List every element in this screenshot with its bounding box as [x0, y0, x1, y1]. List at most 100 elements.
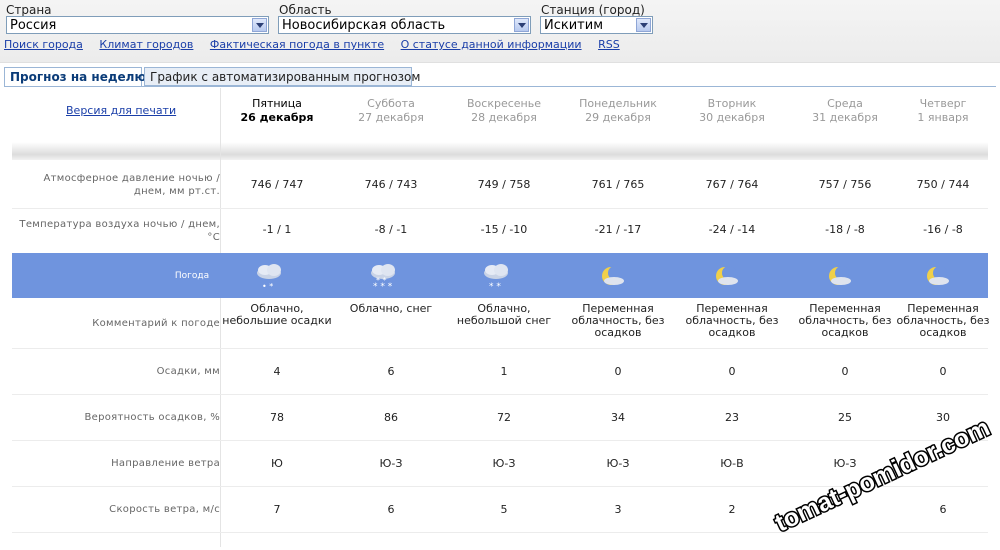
row-comment: Комментарий к погоде Облачно, небольшие …: [12, 298, 990, 349]
cloud-light-snow-icon: * *: [484, 264, 508, 292]
table-cell: Облачно, небольшой снег: [456, 302, 552, 327]
table-cell: -8 / -1: [374, 223, 408, 236]
day-date: 30 декабря: [699, 111, 765, 124]
row-pressure: Атмосферное давление ночью / днем, мм рт…: [12, 162, 988, 209]
table-cell: 0: [728, 365, 736, 378]
table-cell: Переменная облачность, без осадков: [571, 302, 665, 339]
table-cell: 30: [936, 411, 950, 424]
row-label: Направление ветра: [111, 458, 220, 469]
row-probability: Вероятность осадков, % 78 86 72 34 23 25 30: [12, 394, 988, 441]
table-cell: 72: [497, 411, 511, 424]
link-climate[interactable]: Климат городов: [99, 38, 193, 51]
table-cell: Переменная облачность, без осадков: [798, 302, 892, 339]
table-cell: 5: [500, 503, 508, 516]
country-select[interactable]: Россия: [6, 16, 269, 34]
day-date: 28 декабря: [471, 111, 537, 124]
table-cell: -1 / 1: [262, 223, 292, 236]
day-name: Вторник: [707, 97, 757, 110]
table-cell: 749 / 758: [477, 178, 531, 191]
svg-text:* *: * *: [489, 282, 501, 292]
row-precip: Осадки, мм 4 6 1 0 0 0 0: [12, 348, 988, 395]
table-cell: 6: [939, 503, 947, 516]
day-name: Четверг: [919, 97, 967, 110]
table-cell: Переменная облачность, без осадков: [685, 302, 779, 339]
table-cell: -18 / -8: [825, 223, 865, 236]
table-cell: 750 / 744: [916, 178, 970, 191]
table-cell: 3: [614, 503, 622, 516]
moon-cloud-icon: [927, 266, 949, 285]
day-name: Пятница: [252, 97, 302, 110]
table-cell: 7: [273, 503, 281, 516]
day-name: Воскресенье: [467, 97, 541, 110]
table-cell: 2: [728, 503, 736, 516]
chevron-down-icon[interactable]: [636, 18, 651, 32]
table-cell: 86: [384, 411, 398, 424]
table-cell: Облачно, снег: [349, 302, 433, 315]
day-name: Суббота: [367, 97, 415, 110]
cloud-light-precip-icon: • *: [257, 264, 281, 291]
tab-weekly-forecast[interactable]: Прогноз на неделю: [4, 67, 146, 87]
link-city-search[interactable]: Поиск города: [4, 38, 83, 51]
table-cell: 78: [270, 411, 284, 424]
table-cell: 757 / 756: [818, 178, 872, 191]
weather-band: Погода • * * * * * * * *: [12, 253, 988, 298]
table-cell: 1: [500, 365, 508, 378]
day-name: Понедельник: [579, 97, 657, 110]
station-label: Станция (город): [541, 3, 645, 17]
print-version-link[interactable]: Версия для печати: [66, 104, 176, 117]
row-wind-speed: Скорость ветра, м/с 7 6 5 3 2 6: [12, 486, 988, 533]
table-cell: -16 / -8: [923, 223, 963, 236]
table-cell: 0: [841, 365, 849, 378]
tab-auto-forecast-chart[interactable]: График с автоматизированным прогнозом: [144, 67, 420, 86]
table-cell: Переменная облачность, без осадков: [896, 302, 990, 339]
table-cell: Ю-В: [720, 457, 744, 470]
header-shadow: [12, 142, 988, 160]
moon-cloud-icon: [602, 266, 624, 285]
moon-cloud-icon: [829, 266, 851, 285]
chevron-down-icon[interactable]: [514, 18, 529, 32]
row-wind-direction: Направление ветра Ю Ю-З Ю-З Ю-З Ю-В Ю-З: [12, 440, 988, 487]
region-value: Новосибирская область: [282, 18, 446, 33]
row-label: Скорость ветра, м/с: [109, 504, 220, 515]
table-cell: 25: [838, 411, 852, 424]
day-header: Вторник 30 декабря: [677, 97, 787, 125]
table-cell: 746 / 747: [250, 178, 304, 191]
tab-divider: [4, 86, 996, 87]
station-select[interactable]: Искитим: [540, 16, 653, 34]
region-label: Область: [279, 3, 332, 17]
day-header: Четверг 1 января: [888, 97, 998, 125]
link-info-status[interactable]: О статусе данной информации: [401, 38, 582, 51]
table-cell: 746 / 743: [364, 178, 418, 191]
day-header: Среда 31 декабря: [790, 97, 900, 125]
day-date: 29 декабря: [585, 111, 651, 124]
table-cell: 6: [387, 365, 395, 378]
table-cell: Ю-З: [606, 457, 630, 470]
row-label: Комментарий к погоде: [92, 318, 220, 329]
table-cell: 34: [611, 411, 625, 424]
row-label: Осадки, мм: [156, 366, 220, 377]
link-rss[interactable]: RSS: [598, 38, 620, 51]
table-cell: Ю-З: [833, 457, 857, 470]
station-value: Искитим: [544, 18, 604, 33]
table-cell: 767 / 764: [705, 178, 759, 191]
day-date: 26 декабря: [240, 111, 314, 124]
table-cell: Ю-З: [379, 457, 403, 470]
link-actual-weather[interactable]: Фактическая погода в пункте: [210, 38, 384, 51]
day-header: Воскресенье 28 декабря: [449, 97, 559, 125]
table-cell: -15 / -10: [480, 223, 528, 236]
day-date: 1 января: [917, 111, 969, 124]
table-cell: 4: [273, 365, 281, 378]
day-header: Понедельник 29 декабря: [563, 97, 673, 125]
region-select[interactable]: Новосибирская область: [278, 16, 531, 34]
day-header: Пятница 26 декабря: [222, 97, 332, 125]
row-label: Температура воздуха ночью / днем, °C: [19, 219, 220, 243]
row-label: Вероятность осадков, %: [84, 412, 220, 423]
table-cell: 6: [387, 503, 395, 516]
table-cell: -21 / -17: [594, 223, 642, 236]
chevron-down-icon[interactable]: [252, 18, 267, 32]
country-value: Россия: [10, 18, 57, 33]
svg-text:* *: * *: [376, 276, 387, 285]
svg-text:• *: • *: [262, 282, 273, 291]
row-temperature: Температура воздуха ночью / днем, °C -1 …: [12, 208, 988, 254]
row-label: Атмосферное давление ночью / днем, мм рт…: [43, 173, 220, 197]
